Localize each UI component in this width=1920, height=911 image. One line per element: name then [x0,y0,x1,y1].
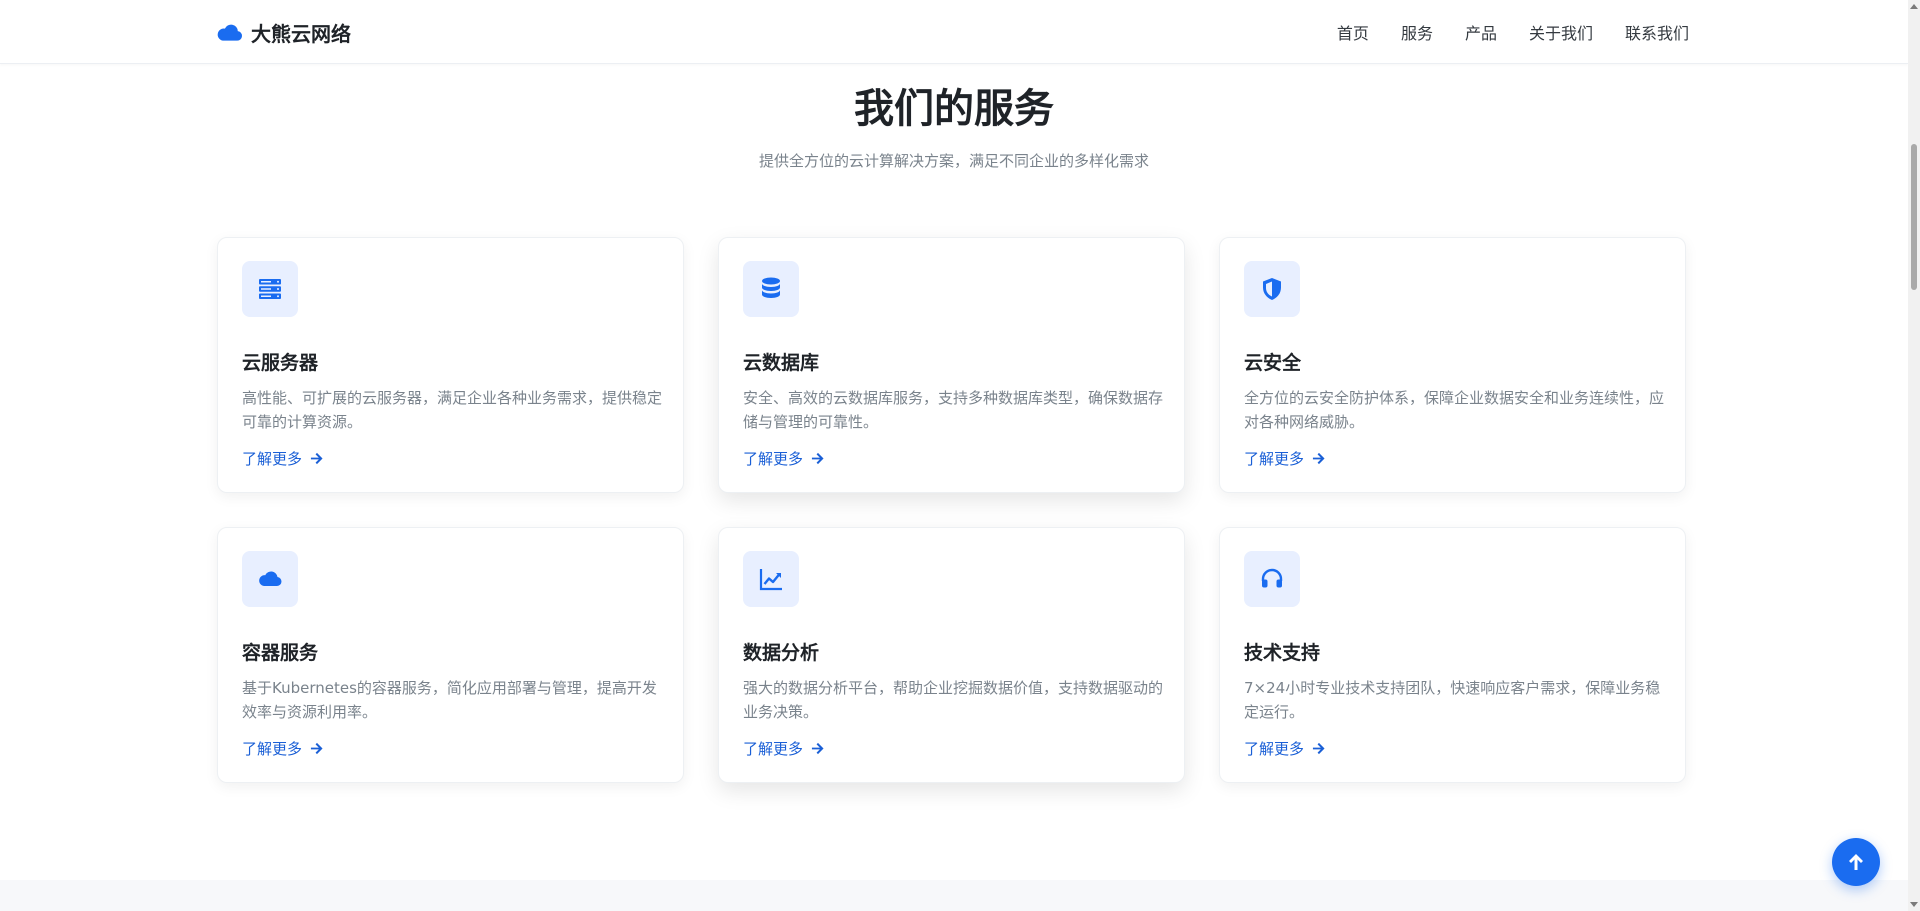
server-icon [259,279,281,299]
main-nav: 首页 服务 产品 关于我们 联系我们 [1337,20,1689,44]
learn-more-link[interactable]: 了解更多 [743,448,824,469]
learn-more-link[interactable]: 了解更多 [743,738,824,759]
service-card-container: 容器服务 基于Kubernetes的容器服务，简化应用部署与管理，提高开发效率与… [217,527,684,783]
cloud-icon [259,571,282,586]
navbar: 大熊云网络 首页 服务 产品 关于我们 联系我们 [0,0,1908,64]
brand-logo[interactable]: 大熊云网络 [216,18,351,46]
nav-item-about[interactable]: 关于我们 [1529,20,1593,44]
section-subtitle: 提供全方位的云计算解决方案，满足不同企业的多样化需求 [758,152,1149,170]
arrow-up-icon [1849,854,1863,870]
nav-item-products[interactable]: 产品 [1465,20,1497,44]
brand-name: 大熊云网络 [251,21,351,46]
service-card-cloud-security: 云安全 全方位的云安全防护体系，保障企业数据安全和业务连续性，应对各种网络威胁。… [1219,237,1686,493]
learn-more-link[interactable]: 了解更多 [1244,738,1325,759]
service-title: 云数据库 [743,352,820,374]
service-icon-box [743,551,799,607]
learn-more-label: 了解更多 [1244,450,1305,468]
service-description: 基于Kubernetes的容器服务，简化应用部署与管理，提高开发效率与资源利用率… [242,679,657,721]
arrow-right-icon [1312,742,1325,755]
service-title: 容器服务 [242,642,319,664]
service-card-data-analysis: 数据分析 强大的数据分析平台，帮助企业挖掘数据价值，支持数据驱动的业务决策。 了… [718,527,1185,783]
service-icon-box [1244,261,1300,317]
service-title: 云服务器 [242,352,319,374]
database-icon [762,277,780,298]
shield-icon [1263,278,1281,300]
learn-more-label: 了解更多 [242,740,303,758]
service-icon-box [743,261,799,317]
arrow-right-icon [1312,452,1325,465]
service-description: 7×24小时专业技术支持团队，快速响应客户需求，保障业务稳定运行。 [1244,679,1661,721]
learn-more-link[interactable]: 了解更多 [242,448,323,469]
learn-more-label: 了解更多 [743,450,804,468]
arrow-right-icon [310,452,323,465]
scroll-up-arrow[interactable] [1910,4,1918,9]
nav-item-services[interactable]: 服务 [1401,20,1433,44]
nav-item-home[interactable]: 首页 [1337,20,1369,44]
learn-more-label: 了解更多 [1244,740,1305,758]
service-description: 高性能、可扩展的云服务器，满足企业各种业务需求，提供稳定可靠的计算资源。 [242,389,663,431]
service-title: 数据分析 [743,642,820,664]
service-icon-box [242,261,298,317]
arrow-right-icon [811,742,824,755]
scroll-thumb[interactable] [1911,144,1917,290]
service-card-cloud-server: 云服务器 高性能、可扩展的云服务器，满足企业各种业务需求，提供稳定可靠的计算资源… [217,237,684,493]
nav-item-contact[interactable]: 联系我们 [1625,20,1689,44]
service-description: 安全、高效的云数据库服务，支持多种数据库类型，确保数据存储与管理的可靠性。 [743,389,1164,431]
chart-line-icon [759,569,782,591]
arrow-right-icon [811,452,824,465]
learn-more-label: 了解更多 [743,740,804,758]
service-card-cloud-database: 云数据库 安全、高效的云数据库服务，支持多种数据库类型，确保数据存储与管理的可靠… [718,237,1185,493]
arrow-right-icon [310,742,323,755]
service-title: 技术支持 [1244,642,1321,664]
headset-icon [1261,568,1283,588]
service-icon-box [242,551,298,607]
service-icon-box [1244,551,1300,607]
service-description: 强大的数据分析平台，帮助企业挖掘数据价值，支持数据驱动的业务决策。 [743,679,1164,721]
section-title: 我们的服务 [854,86,1054,132]
service-title: 云安全 [1244,352,1302,374]
next-section-band [0,880,1908,911]
learn-more-label: 了解更多 [242,450,303,468]
service-description: 全方位的云安全防护体系，保障企业数据安全和业务连续性，应对各种网络威胁。 [1244,389,1665,431]
learn-more-link[interactable]: 了解更多 [1244,448,1325,469]
learn-more-link[interactable]: 了解更多 [242,738,323,759]
back-to-top-button[interactable] [1832,838,1880,886]
cloud-icon [217,24,243,41]
page-scrollbar[interactable] [1908,0,1920,911]
scroll-down-arrow[interactable] [1910,902,1918,907]
service-card-tech-support: 技术支持 7×24小时专业技术支持团队，快速响应客户需求，保障业务稳定运行。 了… [1219,527,1686,783]
